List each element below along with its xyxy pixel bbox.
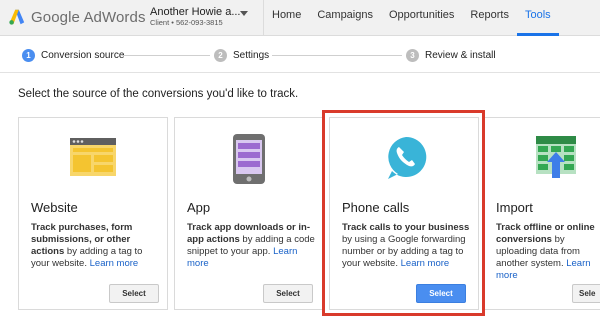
step-connector	[272, 55, 402, 56]
adwords-logo-icon	[9, 9, 25, 25]
step-conversion-source: 1 Conversion source	[22, 48, 124, 62]
card-desc-emphasis: Track offline or online conversions	[496, 222, 595, 245]
step-connector	[122, 55, 210, 56]
step-review-install: 3 Review & install	[406, 48, 496, 62]
nav-campaigns[interactable]: Campaigns	[309, 0, 381, 36]
step-number: 1	[22, 48, 35, 62]
progress-stepper: 1 Conversion source 2 Settings 3 Review …	[0, 37, 600, 73]
learn-more-link[interactable]: Learn more	[90, 258, 139, 269]
card-description: Track purchases, form submissions, or ot…	[31, 222, 163, 270]
card-description: Track app downloads or in-app actions by…	[187, 222, 319, 270]
website-icon	[70, 138, 116, 176]
nav-reports[interactable]: Reports	[462, 0, 517, 36]
step-label: Settings	[233, 49, 270, 61]
logo-google: Google	[31, 8, 80, 26]
adwords-logo[interactable]: Google AdWords	[8, 6, 146, 28]
nav-tools[interactable]: Tools	[516, 0, 559, 36]
card-title: App	[187, 200, 211, 215]
step-label: Review & install	[425, 49, 496, 61]
account-client-id: Client • 562-093-3815	[150, 18, 223, 27]
card-description: Track offline or online conversions by u…	[496, 222, 600, 282]
selection-highlight	[322, 110, 485, 316]
account-switcher[interactable]: Another Howie a... Client • 562-093-3815	[150, 6, 250, 30]
nav-opportunities[interactable]: Opportunities	[381, 0, 462, 36]
card-website[interactable]: Website Track purchases, form submission…	[18, 117, 168, 310]
step-number: 2	[214, 48, 227, 62]
card-title: Import	[496, 200, 533, 215]
top-bar: Google AdWords Another Howie a... Client…	[0, 0, 600, 36]
step-number: 3	[406, 48, 419, 62]
card-title: Website	[31, 200, 78, 215]
step-settings: 2 Settings	[214, 48, 269, 62]
chevron-down-icon[interactable]	[240, 11, 248, 16]
select-website-button[interactable]: Select	[109, 284, 159, 303]
select-import-button[interactable]: Sele	[572, 284, 600, 303]
select-app-button[interactable]: Select	[263, 284, 313, 303]
logo-text: Google AdWords	[31, 9, 146, 26]
import-icon	[536, 136, 576, 178]
step-label: Conversion source	[41, 49, 125, 61]
logo-product: AdWords	[83, 8, 146, 26]
nav-home[interactable]: Home	[264, 0, 309, 36]
main-nav: Home Campaigns Opportunities Reports Too…	[264, 0, 559, 36]
card-app[interactable]: App Track app downloads or in-app action…	[174, 117, 324, 310]
account-name: Another Howie a...	[150, 6, 241, 18]
phone-app-icon	[233, 134, 265, 184]
card-import[interactable]: Import Track offline or online conversio…	[483, 117, 600, 310]
page-instruction: Select the source of the conversions you…	[18, 88, 299, 100]
